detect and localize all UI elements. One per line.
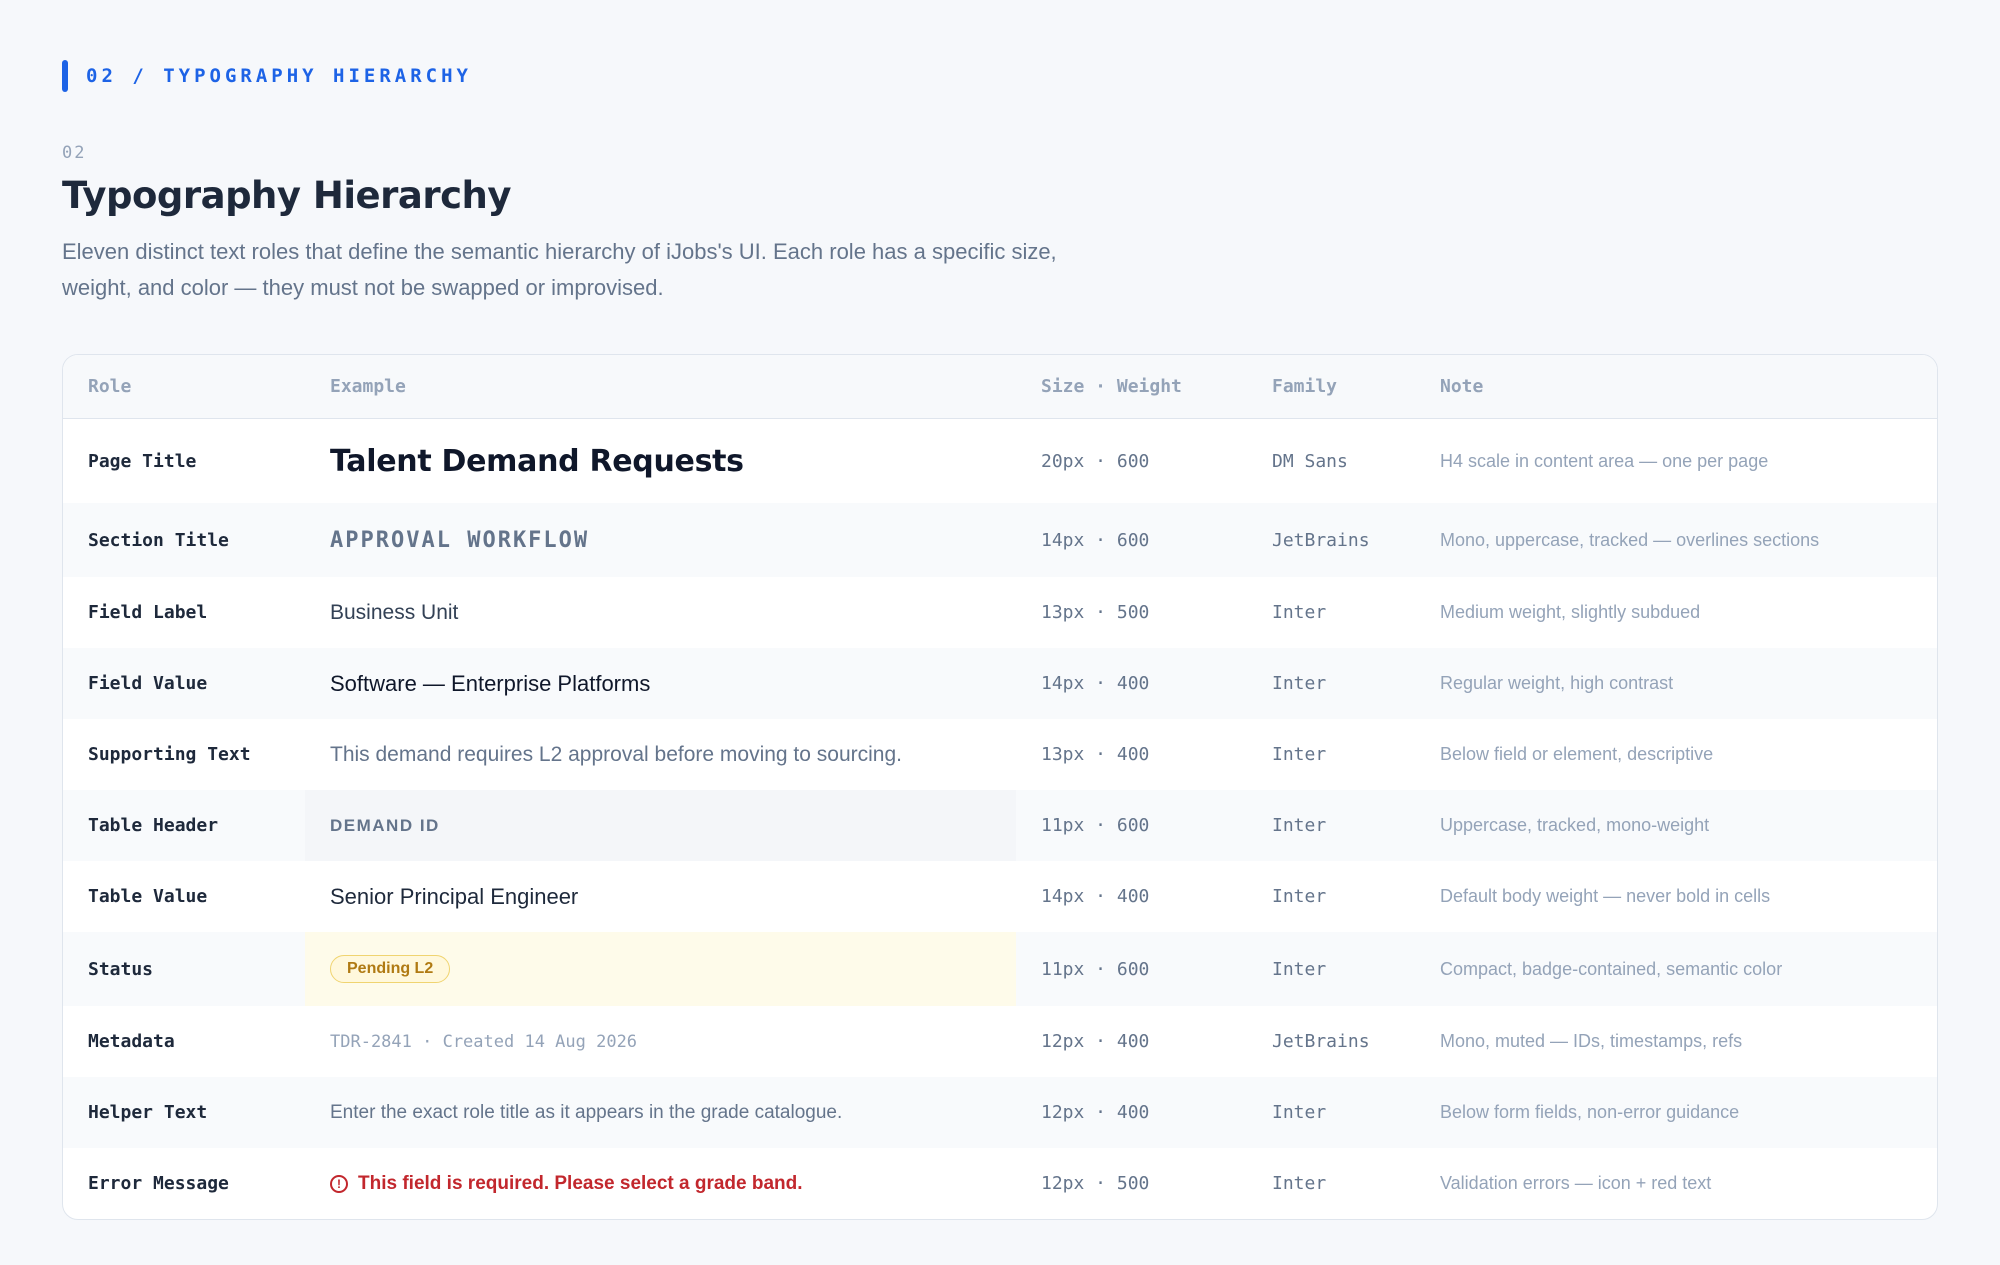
family-value: Inter xyxy=(1272,602,1327,623)
role-label: Supporting Text xyxy=(88,744,251,765)
size-weight-value: 13px · 500 xyxy=(1041,602,1150,623)
note-text: Below field or element, descriptive xyxy=(1440,744,1714,764)
table-row: Status Pending L2 11px · 600 Inter Compa… xyxy=(63,932,1937,1006)
table-row: Metadata TDR-2841 · Created 14 Aug 2026 … xyxy=(63,1006,1937,1077)
role-label: Status xyxy=(88,958,154,980)
status-badge: Pending L2 xyxy=(330,955,451,983)
example-helper-text: Enter the exact role title as it appears… xyxy=(330,1101,843,1123)
note-text: Validation errors — icon + red text xyxy=(1440,1173,1712,1193)
example-supporting-text: This demand requires L2 approval before … xyxy=(330,742,902,766)
example-table-header: DEMAND ID xyxy=(330,815,440,835)
typography-table: Role Example Size · Weight Family Note P… xyxy=(62,354,1938,1220)
table-row: Table Header DEMAND ID 11px · 600 Inter … xyxy=(63,790,1937,861)
section-description: Eleven distinct text roles that define t… xyxy=(62,239,1057,300)
note-text: Uppercase, tracked, mono-weight xyxy=(1440,815,1710,835)
role-label: Helper Text xyxy=(88,1102,208,1123)
section-overline: 02 / TYPOGRAPHY HIERARCHY xyxy=(62,60,472,92)
column-header-note: Note xyxy=(1440,376,1484,397)
family-value: Inter xyxy=(1272,886,1327,907)
size-weight-value: 13px · 400 xyxy=(1041,744,1150,765)
example-error-message: ! This field is required. Please select … xyxy=(330,1173,803,1195)
role-label: Section Title xyxy=(88,529,229,551)
column-header-example: Example xyxy=(330,376,406,397)
family-value: Inter xyxy=(1272,744,1327,765)
table-row: Error Message ! This field is required. … xyxy=(63,1148,1937,1219)
size-weight-value: 12px · 400 xyxy=(1041,1031,1150,1052)
note-text: Mono, muted — IDs, timestamps, refs xyxy=(1440,1031,1743,1051)
size-weight-value: 12px · 500 xyxy=(1041,1173,1150,1194)
role-label: Table Header xyxy=(88,815,219,836)
family-value: Inter xyxy=(1272,1173,1327,1194)
family-value: Inter xyxy=(1272,958,1327,980)
size-weight-value: 14px · 400 xyxy=(1041,886,1150,907)
table-row: Field Value Software — Enterprise Platfo… xyxy=(63,648,1937,719)
role-label: Metadata xyxy=(88,1031,175,1052)
table-row: Table Value Senior Principal Engineer 14… xyxy=(63,861,1937,932)
table-row: Supporting Text This demand requires L2 … xyxy=(63,719,1937,790)
role-label: Field Value xyxy=(88,673,208,694)
family-value: Inter xyxy=(1272,673,1327,694)
example-metadata: TDR-2841 · Created 14 Aug 2026 xyxy=(330,1031,638,1052)
size-weight-value: 11px · 600 xyxy=(1041,815,1150,836)
table-row: Field Label Business Unit 13px · 500 Int… xyxy=(63,577,1937,648)
role-label: Error Message xyxy=(88,1173,229,1194)
table-row: Section Title APPROVAL WORKFLOW 14px · 6… xyxy=(63,503,1937,577)
error-message-text: This field is required. Please select a … xyxy=(358,1172,803,1194)
size-weight-value: 11px · 600 xyxy=(1041,958,1150,980)
size-weight-value: 14px · 600 xyxy=(1041,529,1150,551)
column-header-family: Family xyxy=(1272,376,1338,397)
note-text: H4 scale in content area — one per page xyxy=(1440,450,1769,471)
example-field-value: Software — Enterprise Platforms xyxy=(330,670,651,696)
table-row: Helper Text Enter the exact role title a… xyxy=(63,1077,1937,1148)
section-title: Typography Hierarchy xyxy=(62,174,512,217)
size-weight-value: 12px · 400 xyxy=(1041,1102,1150,1123)
family-value: JetBrains xyxy=(1272,1031,1370,1052)
table-row: Page Title Talent Demand Requests 20px ·… xyxy=(63,419,1937,503)
size-weight-value: 14px · 400 xyxy=(1041,673,1150,694)
role-label: Table Value xyxy=(88,886,208,907)
table-header-row: Role Example Size · Weight Family Note xyxy=(63,355,1937,419)
size-weight-value: 20px · 600 xyxy=(1041,450,1150,472)
note-text: Mono, uppercase, tracked — overlines sec… xyxy=(1440,529,1820,550)
note-text: Default body weight — never bold in cell… xyxy=(1440,886,1771,906)
family-value: DM Sans xyxy=(1272,450,1348,472)
column-header-role: Role xyxy=(88,376,132,397)
role-label: Field Label xyxy=(88,602,208,623)
example-section-title: APPROVAL WORKFLOW xyxy=(330,527,590,553)
note-text: Medium weight, slightly subdued xyxy=(1440,602,1701,622)
overline-label: 02 / TYPOGRAPHY HIERARCHY xyxy=(86,65,472,87)
note-text: Below form fields, non-error guidance xyxy=(1440,1102,1740,1122)
note-text: Compact, badge-contained, semantic color xyxy=(1440,958,1783,979)
column-header-size-weight: Size · Weight xyxy=(1041,376,1182,397)
example-page-title: Talent Demand Requests xyxy=(330,443,744,479)
page: 02 / TYPOGRAPHY HIERARCHY 02 Typography … xyxy=(0,0,2000,1265)
section-number: 02 xyxy=(62,143,87,163)
note-text: Regular weight, high contrast xyxy=(1440,673,1674,693)
family-value: JetBrains xyxy=(1272,529,1370,551)
overline-accent-bar xyxy=(62,60,68,92)
alert-circle-icon: ! xyxy=(330,1174,348,1193)
example-table-value: Senior Principal Engineer xyxy=(330,883,579,909)
role-label: Page Title xyxy=(88,450,197,472)
family-value: Inter xyxy=(1272,815,1327,836)
family-value: Inter xyxy=(1272,1102,1327,1123)
example-field-label: Business Unit xyxy=(330,600,459,624)
